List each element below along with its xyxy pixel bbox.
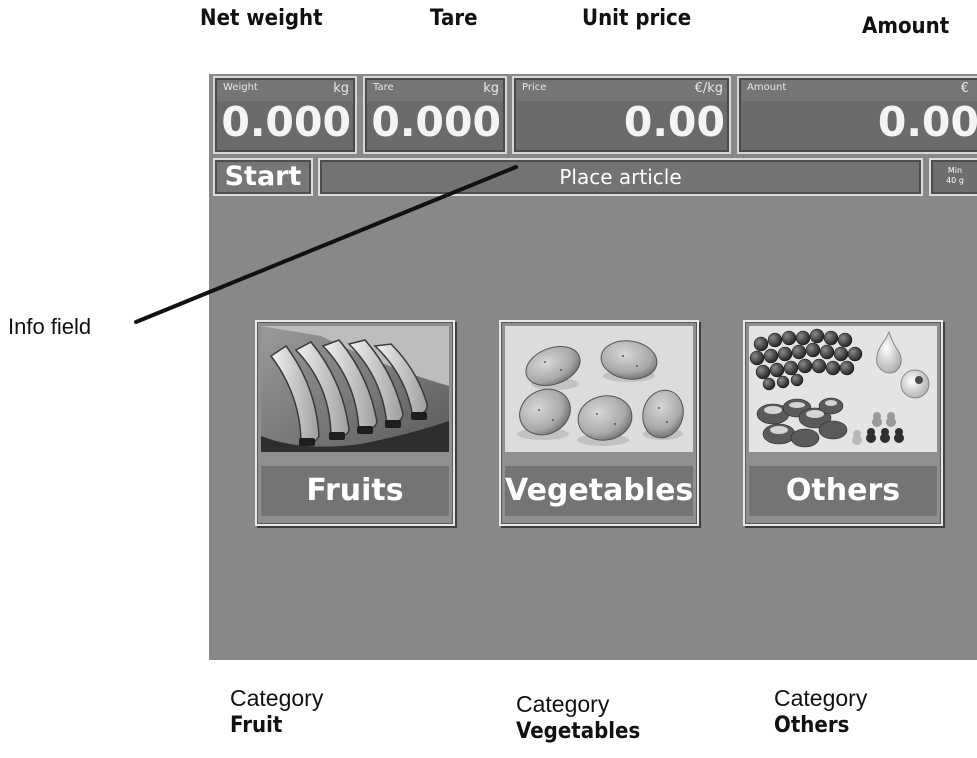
category-caption-name: Others [774,713,850,738]
category-caption-fruit: Category Fruit [230,684,323,740]
category-caption-prefix: Category [774,685,868,711]
info-field-pointer-line [134,165,518,324]
category-caption-prefix: Category [230,685,324,711]
info-field-annotation: Info field [8,314,92,339]
category-caption-name: Fruit [230,713,283,738]
category-caption-name: Vegetables [516,719,641,744]
category-caption-others: Category Others [774,684,867,740]
category-caption-prefix: Category [516,691,610,717]
category-caption-vegetables: Category Vegetables [516,690,654,746]
